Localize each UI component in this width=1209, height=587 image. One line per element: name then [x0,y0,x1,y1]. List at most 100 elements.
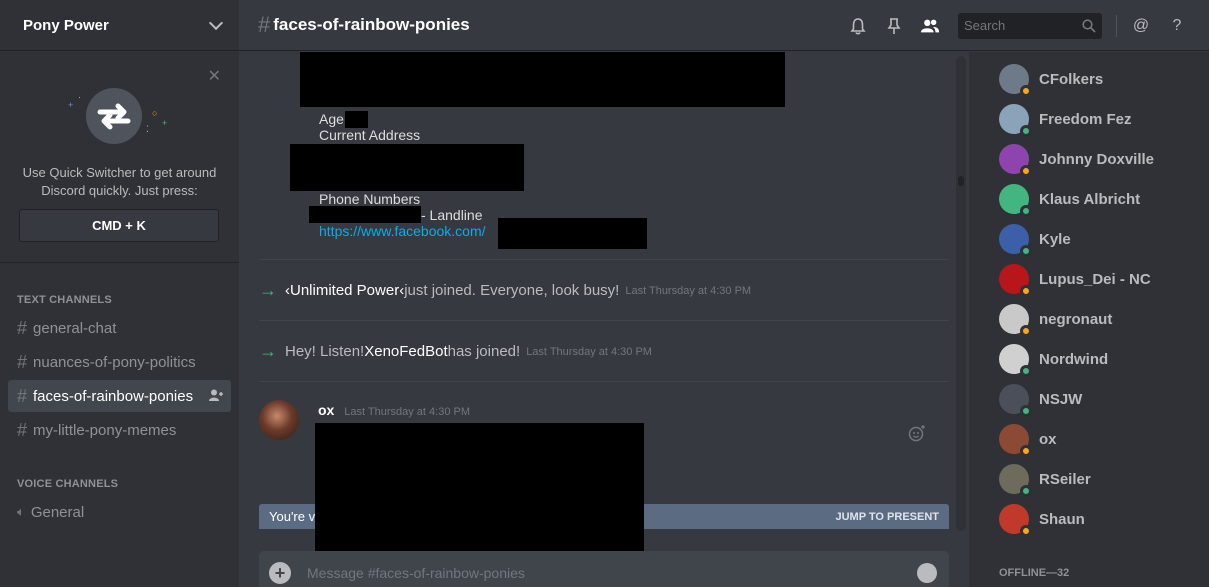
members-icon[interactable] [920,16,940,36]
member-item[interactable]: negronaut [999,301,1112,337]
sparkle-icon: + [68,100,74,110]
joined-user[interactable]: ‹Unlimited Power‹ [285,282,404,299]
message-divider [259,259,949,260]
member-list: OFFLINE—32 CFolkers Freedom Fez Johnny Dox… [969,52,1209,587]
scrollbar-track[interactable] [956,56,966,531]
add-user-icon[interactable] [209,389,223,401]
facebook-link[interactable]: https://www.facebook.com/ [319,223,486,239]
member-name: NSJW [1039,390,1083,408]
channel-title: faces-of-rainbow-ponies [273,15,470,34]
avatar [999,344,1032,377]
member-name: Shaun [1039,510,1085,528]
search-input[interactable]: Search [958,12,1102,39]
avatar [999,184,1032,217]
voice-channel-general[interactable]: 🔈︎ General [8,496,231,528]
age-label: Age [319,111,344,127]
quick-switcher-text: Use Quick Switcher to get around Discord… [22,165,217,198]
member-item[interactable]: Kyle [999,221,1071,257]
hash-icon: # [258,12,271,37]
close-icon[interactable]: ✕ [208,66,221,86]
member-name: negronaut [1039,310,1113,328]
search-icon [1082,18,1096,33]
join-arrow-icon: → [259,280,277,300]
member-name: Kyle [1039,230,1071,248]
search-placeholder: Search [964,18,1006,33]
sparkle-icon: ⁚ [146,124,149,134]
status-indicator-icon [1020,245,1032,257]
category-text-channels[interactable]: TEXT CHANNELS [17,294,112,306]
pin-icon[interactable] [884,16,904,36]
phone-numbers-label: Phone Numbers [319,191,421,207]
channel-faces-of-rainbow-ponies[interactable]: # faces-of-rainbow-ponies [8,380,231,412]
member-item[interactable]: CFolkers [999,61,1103,97]
current-address-label: Current Address [319,127,421,143]
status-indicator-icon [1020,125,1032,137]
category-voice-channels[interactable]: VOICE CHANNELS [17,478,118,490]
avatar [999,224,1032,257]
landline-label: - Landline [421,207,483,223]
redacted-block [290,144,524,191]
member-item[interactable]: Lupus_Dei - NC [999,261,1151,297]
header-divider [1116,14,1117,37]
hash-icon: # [17,385,28,406]
status-indicator-icon [1020,485,1032,497]
upload-plus-icon[interactable]: + [269,562,291,584]
member-name: ox [1039,430,1057,448]
member-name: Johnny Doxville [1039,150,1155,168]
quick-switcher-tip: ✕ + · ○ + ⁚ Use Quick Switcher to get ar… [0,52,239,263]
member-item[interactable]: Freedom Fez [999,101,1132,137]
member-name: Nordwind [1039,350,1109,368]
sparkle-icon: ○ [152,108,158,118]
swap-arrows-icon [86,88,142,144]
timestamp: Last Thursday at 4:30 PM [526,345,652,358]
add-reaction-icon[interactable] [908,424,926,442]
guild-header[interactable]: Pony Power [0,0,239,51]
hash-icon: # [17,317,28,338]
redacted-block [498,218,647,249]
channel-nuances-of-pony-politics[interactable]: # nuances-of-pony-politics [8,346,231,378]
avatar[interactable] [259,400,299,440]
channel-my-little-pony-memes[interactable]: # my-little-pony-memes [8,414,231,446]
member-item[interactable]: Klaus Albricht [999,181,1140,217]
guild-name: Pony Power [23,16,109,34]
mentions-icon[interactable]: @ [1131,16,1151,36]
avatar [999,464,1032,497]
member-item[interactable]: Johnny Doxville [999,141,1154,177]
channel-label: faces-of-rainbow-ponies [33,387,194,405]
jump-to-present-button[interactable]: JUMP TO PRESENT [835,511,939,523]
avatar [999,384,1032,417]
member-name: Lupus_Dei - NC [1039,270,1151,288]
avatar [999,144,1032,177]
redacted-block [300,52,785,107]
emoji-icon[interactable] [917,563,937,583]
status-indicator-icon [1020,365,1032,377]
message-input[interactable] [307,565,897,581]
speaker-icon: 🔈︎ [17,504,25,519]
avatar [999,64,1032,97]
member-item[interactable]: RSeiler [999,461,1091,497]
status-indicator-icon [1020,165,1032,177]
author-name[interactable]: ox [318,402,334,418]
chevron-down-icon[interactable] [208,15,224,30]
system-text: has joined! [447,343,521,360]
redacted-block [345,111,368,128]
joined-user[interactable]: XenoFedBot [364,343,447,360]
member-item[interactable]: Shaun [999,501,1085,537]
channel-label: my-little-pony-memes [33,421,177,439]
member-item[interactable]: Nordwind [999,341,1108,377]
bell-icon[interactable] [848,16,868,36]
channel-header: # faces-of-rainbow-ponies Search @ ? [239,0,1209,51]
status-indicator-icon [1020,85,1032,97]
timestamp: Last Thursday at 4:30 PM [344,406,470,418]
message-divider [259,320,949,321]
shortcut-button[interactable]: CMD + K [19,209,219,242]
member-name: CFolkers [1039,70,1104,88]
scrollbar-thumb[interactable] [958,176,964,186]
help-icon[interactable]: ? [1167,16,1187,36]
member-item[interactable]: ox [999,421,1057,457]
channel-label: General [30,503,85,521]
message-list[interactable]: Age Current Address Phone Numbers - Land… [239,52,969,552]
member-item[interactable]: NSJW [999,381,1082,417]
channel-general-chat[interactable]: # general-chat [8,312,231,344]
member-name: Freedom Fez [1039,110,1132,128]
